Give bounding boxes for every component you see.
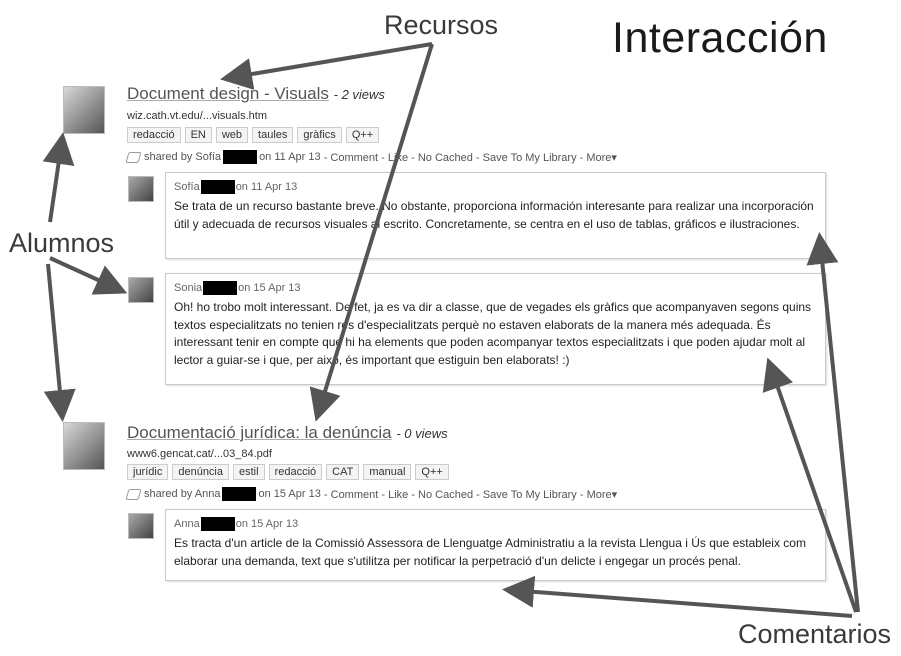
arrow-comentarios-3 [502, 575, 853, 618]
annotation-arrows [42, 42, 860, 618]
arrow-comentarios-2 [762, 357, 858, 613]
arrow-alumnos-3 [43, 263, 76, 422]
arrow-comentarios-1 [806, 232, 860, 613]
arrow-recursos-2 [309, 43, 434, 422]
arrow-alumnos-2 [49, 256, 128, 295]
arrow-alumnos-1 [42, 132, 75, 223]
arrow-recursos-1 [220, 42, 433, 90]
